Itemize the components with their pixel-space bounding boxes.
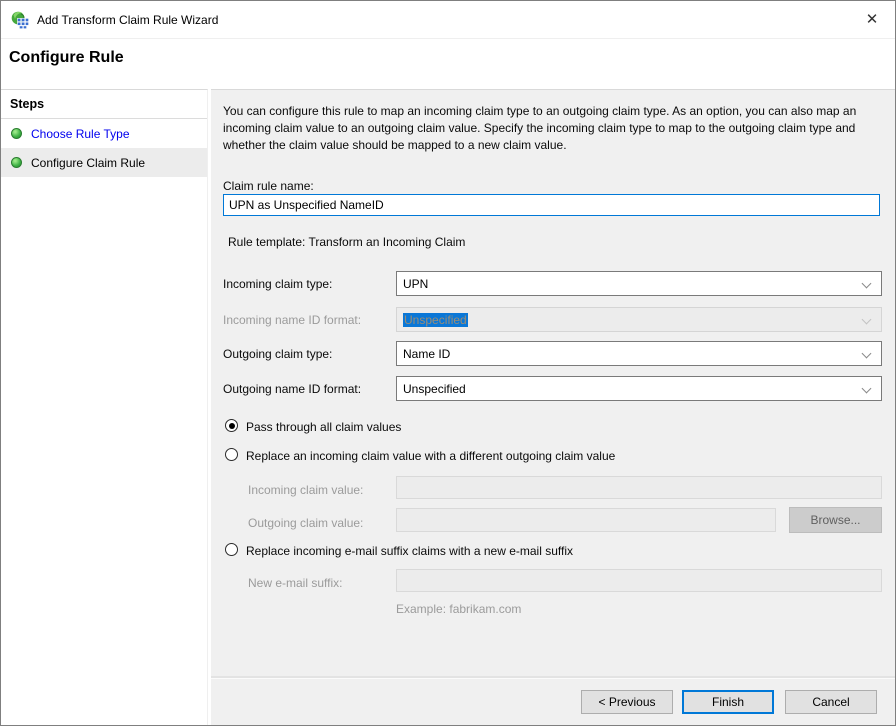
rule-description: You can configure this rule to map an in… — [223, 103, 881, 154]
outgoing-name-id-format-value: Unspecified — [403, 382, 466, 396]
pass-through-label: Pass through all claim values — [246, 420, 401, 434]
cancel-button[interactable]: Cancel — [785, 690, 877, 714]
step-completed-icon — [11, 128, 22, 139]
wizard-window: Add Transform Claim Rule Wizard ✕ Config… — [0, 0, 896, 726]
steps-header: Steps — [1, 90, 207, 119]
browse-button: Browse... — [789, 507, 882, 533]
outgoing-claim-value-input — [396, 508, 776, 532]
adfs-app-icon — [11, 11, 29, 29]
pass-through-radio[interactable] — [225, 419, 238, 432]
chevron-down-icon — [862, 349, 872, 359]
incoming-name-id-format-value: Unspecified — [403, 313, 468, 327]
step-choose-rule-type[interactable]: Choose Rule Type — [1, 119, 207, 148]
claim-rule-name-input[interactable] — [223, 194, 880, 216]
email-suffix-example: Example: fabrikam.com — [396, 602, 521, 616]
incoming-claim-type-select[interactable]: UPN — [396, 271, 882, 296]
incoming-claim-type-value: UPN — [403, 277, 428, 291]
replace-claim-value-label: Replace an incoming claim value with a d… — [246, 449, 615, 463]
incoming-name-id-format-select: Unspecified — [396, 307, 882, 332]
finish-button[interactable]: Finish — [682, 690, 774, 714]
incoming-claim-value-input — [396, 476, 882, 499]
chevron-down-icon — [862, 384, 872, 394]
title-bar: Add Transform Claim Rule Wizard ✕ — [1, 1, 895, 39]
step-completed-icon — [11, 157, 22, 168]
main-panel: You can configure this rule to map an in… — [211, 89, 895, 677]
window-title: Add Transform Claim Rule Wizard — [37, 13, 218, 27]
step-configure-claim-rule[interactable]: Configure Claim Rule — [1, 148, 207, 177]
step-label: Configure Claim Rule — [31, 156, 145, 170]
page-title: Configure Rule — [9, 49, 124, 67]
chevron-down-icon — [862, 315, 872, 325]
new-email-suffix-label: New e-mail suffix: — [248, 576, 342, 590]
outgoing-claim-type-label: Outgoing claim type: — [223, 347, 332, 361]
chevron-down-icon — [862, 279, 872, 289]
footer-bar: < Previous Finish Cancel — [211, 678, 895, 725]
rule-template-text: Rule template: Transform an Incoming Cla… — [228, 235, 465, 249]
outgoing-name-id-format-label: Outgoing name ID format: — [223, 382, 361, 396]
claim-rule-name-label: Claim rule name: — [223, 179, 314, 193]
incoming-name-id-format-label: Incoming name ID format: — [223, 313, 361, 327]
outgoing-name-id-format-select[interactable]: Unspecified — [396, 376, 882, 401]
outgoing-claim-value-label: Outgoing claim value: — [248, 516, 363, 530]
steps-sidebar: Steps Choose Rule Type Configure Claim R… — [1, 89, 208, 725]
incoming-claim-type-label: Incoming claim type: — [223, 277, 332, 291]
outgoing-claim-type-value: Name ID — [403, 347, 450, 361]
replace-email-suffix-radio[interactable] — [225, 543, 238, 556]
new-email-suffix-input — [396, 569, 882, 592]
replace-claim-value-radio[interactable] — [225, 448, 238, 461]
previous-button[interactable]: < Previous — [581, 690, 673, 714]
close-button[interactable]: ✕ — [849, 1, 895, 37]
incoming-claim-value-label: Incoming claim value: — [248, 483, 363, 497]
replace-email-suffix-label: Replace incoming e-mail suffix claims wi… — [246, 544, 573, 558]
outgoing-claim-type-select[interactable]: Name ID — [396, 341, 882, 366]
step-label: Choose Rule Type — [31, 127, 130, 141]
close-icon: ✕ — [866, 10, 879, 28]
